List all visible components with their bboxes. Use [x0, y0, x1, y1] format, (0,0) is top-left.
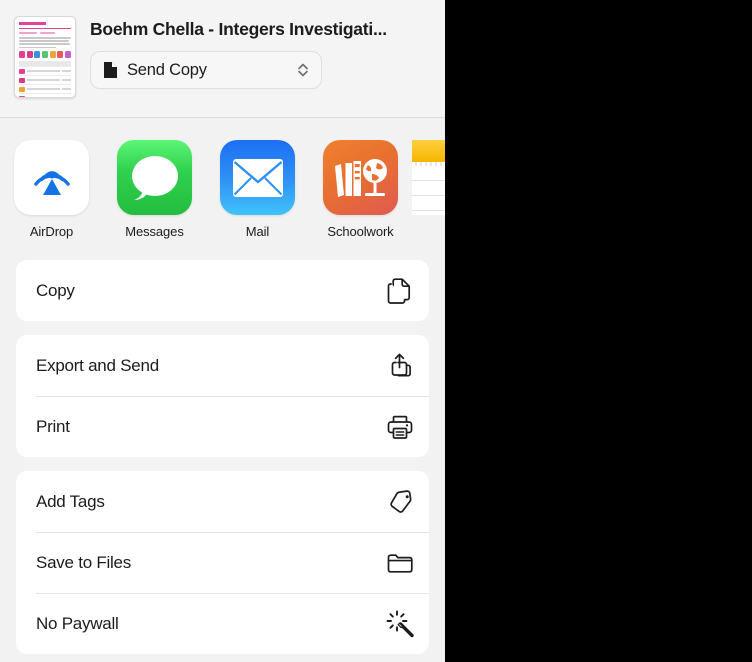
- printer-icon: [385, 414, 415, 440]
- tag-icon: [385, 489, 415, 515]
- action-label: Print: [36, 416, 70, 436]
- share-target-mail[interactable]: Mail: [206, 140, 309, 239]
- document-icon: [103, 61, 118, 79]
- share-target-notes[interactable]: [412, 140, 445, 215]
- action-row-copy[interactable]: Copy: [16, 260, 429, 321]
- action-label: Export and Send: [36, 355, 159, 375]
- action-row-export-and-send[interactable]: Export and Send: [16, 335, 429, 396]
- action-group: Copy: [16, 260, 429, 321]
- action-list[interactable]: Copy Export and Send Print Add Tags Save…: [0, 260, 445, 662]
- mail-icon: [220, 140, 295, 215]
- header-text-column: Boehm Chella - Integers Investigati... S…: [90, 16, 433, 89]
- share-export-icon: [385, 352, 415, 380]
- wand-and-rays-icon: [385, 609, 415, 638]
- action-group: Export and Send Print: [16, 335, 429, 457]
- action-row-save-to-files[interactable]: Save to Files: [16, 532, 429, 593]
- share-targets-row[interactable]: AirDrop Messages Mail Schoolwork: [0, 118, 445, 260]
- page-title: Boehm Chella - Integers Investigati...: [90, 19, 387, 39]
- copy-icon: [385, 277, 415, 305]
- send-copy-label: Send Copy: [127, 60, 207, 79]
- notes-icon: [412, 140, 445, 215]
- share-target-label: Messages: [125, 224, 184, 239]
- action-group: Add Tags Save to Files No Paywall: [16, 471, 429, 654]
- send-copy-button[interactable]: Send Copy: [90, 51, 322, 89]
- document-thumbnail: [14, 16, 76, 98]
- sheet-header: Boehm Chella - Integers Investigati... S…: [0, 0, 445, 118]
- action-row-print[interactable]: Print: [16, 396, 429, 457]
- action-label: Add Tags: [36, 491, 105, 511]
- messages-icon: [117, 140, 192, 215]
- action-row-add-tags[interactable]: Add Tags: [16, 471, 429, 532]
- share-target-label: AirDrop: [29, 224, 74, 239]
- share-sheet: Boehm Chella - Integers Investigati... S…: [0, 0, 445, 662]
- action-label: No Paywall: [36, 613, 119, 633]
- airdrop-icon: [14, 140, 89, 215]
- share-target-label: Schoolwork: [327, 224, 394, 239]
- share-target-schoolwork[interactable]: Schoolwork: [309, 140, 412, 239]
- action-label: Save to Files: [36, 552, 132, 572]
- share-target-label: Mail: [245, 224, 270, 239]
- chevron-up-down-icon: [296, 60, 310, 80]
- action-label: Copy: [36, 280, 75, 300]
- folder-icon: [385, 551, 415, 575]
- schoolwork-icon: [323, 140, 398, 215]
- share-target-airdrop[interactable]: AirDrop: [0, 140, 103, 239]
- share-target-messages[interactable]: Messages: [103, 140, 206, 239]
- action-row-no-paywall[interactable]: No Paywall: [16, 593, 429, 654]
